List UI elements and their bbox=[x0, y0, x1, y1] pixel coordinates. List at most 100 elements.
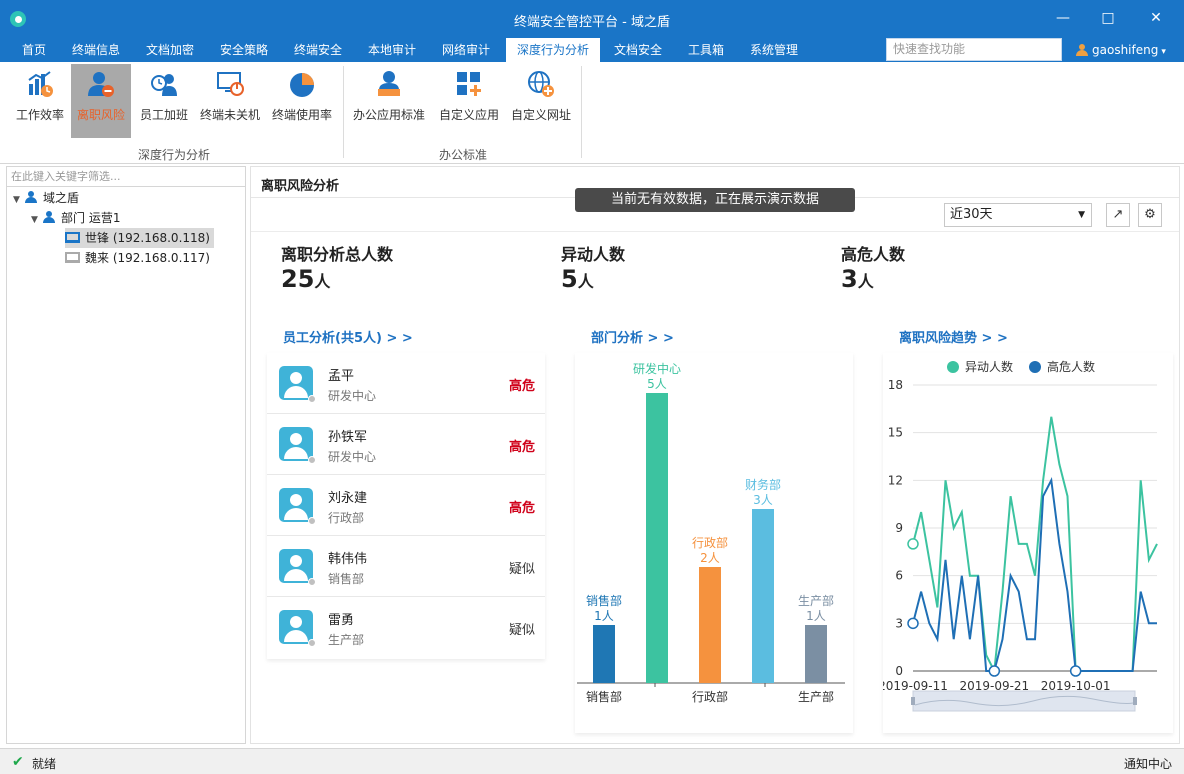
employee-name: 孟平 bbox=[328, 369, 355, 384]
ribbon-divider bbox=[343, 66, 344, 158]
ribbon-label: 自定义应用 bbox=[438, 108, 499, 122]
ribbon-divider bbox=[581, 66, 582, 158]
ribbon-label: 办公应用标准 bbox=[352, 108, 425, 122]
menu-item-doc-security[interactable]: 文档安全 bbox=[606, 38, 670, 62]
chevron-down-icon: ▼ bbox=[1078, 210, 1085, 220]
status-dot bbox=[308, 517, 316, 525]
status-dot bbox=[308, 578, 316, 586]
user-icon bbox=[1076, 44, 1088, 56]
demo-data-toast: 当前无有效数据，正在展示演示数据 bbox=[575, 188, 855, 212]
employee-analysis-link[interactable]: 员工分析(共5人) > > bbox=[283, 327, 413, 346]
resign-trend-link[interactable]: 离职风险趋势 > > bbox=[899, 327, 1008, 346]
menu-item-system-admin[interactable]: 系统管理 bbox=[742, 38, 806, 62]
gear-icon: ⚙ bbox=[1144, 207, 1156, 222]
employee-name: 韩伟伟 bbox=[328, 552, 368, 567]
menu-item-doc-encrypt[interactable]: 文档加密 bbox=[138, 38, 202, 62]
notification-center-link[interactable]: 通知中心 bbox=[1124, 755, 1172, 772]
bar-value-label: 1人 bbox=[594, 609, 614, 623]
menu-item-deep-behavior[interactable]: 深度行为分析 bbox=[506, 38, 600, 62]
terminal-tree-panel: 在此键入关键字筛选... ▼ 域之盾 ▼ 部门 运营1 世锋 (192.168.0.… bbox=[6, 166, 246, 744]
tree-node-department[interactable]: ▼ 部门 运营1 bbox=[31, 208, 120, 228]
employee-list: 孟平 研发中心 高危 孙铁军 研发中心 高危 刘永建 行政部 高危 韩伟伟 销售… bbox=[267, 353, 545, 659]
chevron-down-icon[interactable]: ▼ bbox=[31, 210, 43, 230]
data-point bbox=[988, 665, 1001, 677]
menu-item-network-audit[interactable]: 网络审计 bbox=[434, 38, 498, 62]
user-menu[interactable]: gaoshifeng ▾ bbox=[1076, 38, 1166, 62]
bar-value-label: 5人 bbox=[647, 377, 667, 391]
menu-item-terminal-security[interactable]: 终端安全 bbox=[286, 38, 350, 62]
list-item[interactable]: 孙铁军 研发中心 高危 bbox=[267, 414, 545, 475]
employee-dept: 销售部 bbox=[328, 572, 365, 586]
menu-item-terminal-info[interactable]: 终端信息 bbox=[64, 38, 128, 62]
date-range-select[interactable]: 近30天 ▼ bbox=[944, 203, 1092, 227]
user-clock-icon bbox=[151, 74, 177, 96]
tree-node-terminal[interactable]: 魏来 (192.168.0.117) bbox=[65, 248, 210, 268]
x-tick-label: 销售部 bbox=[586, 689, 622, 704]
maximize-icon[interactable]: □ bbox=[1093, 6, 1123, 30]
bar-category-label: 行政部 bbox=[692, 535, 728, 550]
ribbon-work-efficiency-button[interactable]: 工作效率 bbox=[10, 64, 70, 138]
bar bbox=[699, 567, 721, 683]
tree-node-label: 魏来 (192.168.0.117) bbox=[85, 251, 210, 265]
title-bar: 终端安全管控平台 - 域之盾 — □ ✕ bbox=[0, 0, 1184, 38]
tree-filter-input[interactable]: 在此键入关键字筛选... bbox=[7, 167, 245, 187]
ribbon-label: 终端未关机 bbox=[199, 108, 260, 122]
list-item[interactable]: 韩伟伟 销售部 疑似 bbox=[267, 536, 545, 597]
tree-node-label: 域之盾 bbox=[43, 191, 80, 205]
close-icon[interactable]: ✕ bbox=[1141, 6, 1171, 30]
ribbon-label: 离职风险 bbox=[76, 108, 125, 122]
menu-item-toolbox[interactable]: 工具箱 bbox=[680, 38, 732, 62]
settings-button[interactable]: ⚙ bbox=[1138, 203, 1162, 227]
quick-search-input[interactable]: 快速查找功能 bbox=[886, 38, 1062, 61]
ribbon-custom-url-button[interactable]: 自定义网址 bbox=[508, 64, 574, 138]
legend-marker bbox=[947, 361, 959, 373]
minimize-icon[interactable]: — bbox=[1048, 6, 1078, 30]
list-item[interactable]: 孟平 研发中心 高危 bbox=[267, 353, 545, 414]
y-tick-label: 18 bbox=[888, 378, 903, 392]
export-button[interactable]: ↗ bbox=[1106, 203, 1130, 227]
list-item[interactable]: 雷勇 生产部 疑似 bbox=[267, 597, 545, 658]
user-name: gaoshifeng bbox=[1092, 43, 1159, 57]
menu-item-security-policy[interactable]: 安全策略 bbox=[212, 38, 276, 62]
department-analysis-link[interactable]: 部门分析 > > bbox=[591, 327, 674, 346]
department-bar-chart: 销售部1人研发中心5人行政部2人财务部3人生产部1人销售部 行政部 生产部 bbox=[577, 361, 845, 704]
chevron-down-icon[interactable]: ▼ bbox=[13, 190, 25, 210]
tree-node-terminal[interactable]: 世锋 (192.168.0.118) bbox=[65, 228, 214, 248]
app-grid-add-icon bbox=[457, 72, 481, 96]
menu-item-local-audit[interactable]: 本地审计 bbox=[360, 38, 424, 62]
data-point bbox=[907, 538, 919, 550]
stat-high-risk-value: 3人 bbox=[841, 265, 874, 293]
employee-dept: 研发中心 bbox=[328, 389, 377, 403]
monitor-icon bbox=[65, 232, 80, 243]
bar-value-label: 1人 bbox=[806, 609, 826, 623]
risk-badge: 疑似 bbox=[508, 562, 535, 577]
ribbon-custom-app-button[interactable]: 自定义应用 bbox=[436, 64, 502, 138]
page-title: 离职风险分析 bbox=[261, 179, 340, 194]
tree-node-label: 部门 运营1 bbox=[61, 211, 121, 225]
menu-bar: 首页 终端信息 文档加密 安全策略 终端安全 本地审计 网络审计 深度行为分析 … bbox=[0, 38, 1184, 62]
y-tick-label: 9 bbox=[895, 521, 903, 535]
x-tick-label: 生产部 bbox=[798, 689, 834, 704]
employee-dept: 行政部 bbox=[328, 511, 365, 525]
menu-item-home[interactable]: 首页 bbox=[10, 38, 58, 62]
department-chart-panel: 销售部 1人 研发中心 5人 行政部 2人 财务部 3人 生产部 1人 销售部 行政部 生产部 bbox=[575, 353, 853, 733]
y-tick-label: 15 bbox=[888, 426, 903, 440]
stat-changed-label: 异动人数 bbox=[561, 245, 626, 264]
employee-dept: 生产部 bbox=[328, 633, 365, 647]
legend-marker bbox=[1029, 361, 1041, 373]
stat-high-risk-label: 高危人数 bbox=[841, 245, 906, 264]
ribbon-terminal-on-button[interactable]: 终端未关机 bbox=[196, 64, 264, 138]
bar-value-label: 2人 bbox=[700, 551, 720, 565]
ribbon-overtime-button[interactable]: 员工加班 bbox=[134, 64, 194, 138]
ribbon-office-standard-button[interactable]: 办公应用标准 bbox=[350, 64, 428, 138]
chevron-down-icon: ▾ bbox=[1161, 47, 1166, 57]
stat-total-value: 25人 bbox=[281, 265, 330, 293]
trend-chart-panel: 异动人数 高危人数 0 3 6 9 12 15 18 2019-09-11 2019-09-21 20… bbox=[878, 353, 1173, 733]
ribbon-resign-risk-button[interactable]: 离职风险 bbox=[71, 64, 131, 138]
ribbon: 工作效率 离职风险 员工加班 终端未关机 终端使用率 深度行为分析 办公应用标准… bbox=[0, 62, 1184, 164]
list-item[interactable]: 刘永建 行政部 高危 bbox=[267, 475, 545, 536]
tree-node-root[interactable]: ▼ 域之盾 bbox=[13, 188, 79, 208]
ribbon-terminal-usage-button[interactable]: 终端使用率 bbox=[268, 64, 336, 138]
ribbon-label: 工作效率 bbox=[15, 108, 64, 122]
divider bbox=[251, 231, 1179, 232]
